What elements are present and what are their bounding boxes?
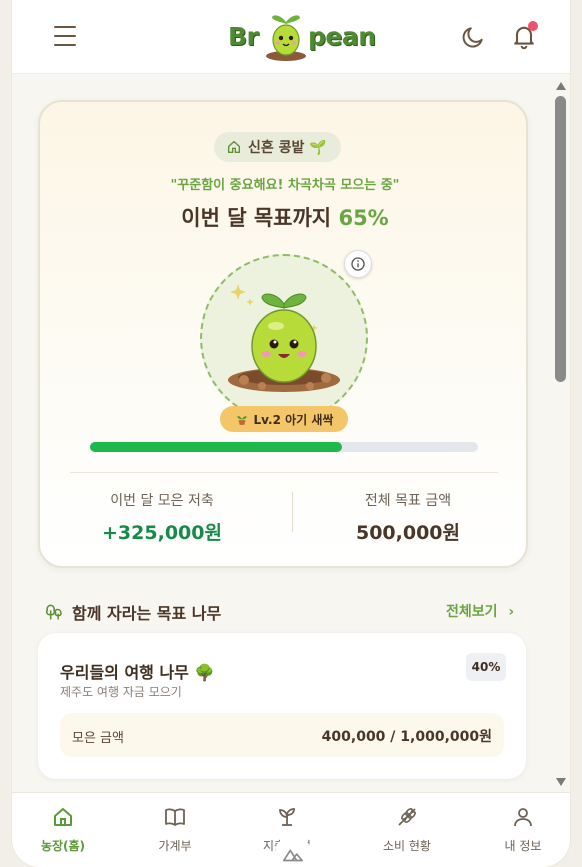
trees-icon [45, 604, 62, 620]
nav-home[interactable]: 농장(홈) [18, 805, 108, 854]
level-label: Lv.2 아기 새싹 [253, 412, 334, 427]
scrollbar[interactable] [554, 78, 568, 790]
nav-consumption-status[interactable]: 소비 현황 [362, 805, 452, 854]
center-floating-tab[interactable] [276, 840, 310, 867]
phone-frame: Br pean 신혼 콩밭 🌱 "꾸준함이 중요해요! 차곡차곡 모으는 중" … [12, 0, 570, 867]
nav-my-info-label: 내 정보 [504, 839, 542, 853]
notification-badge [528, 21, 538, 31]
nav-ledger-label: 가계부 [158, 839, 192, 853]
tree-name: 우리들의 여행 나무 🌳 [60, 663, 215, 682]
tree-amount-box: 모은 금액 400,000 / 1,000,000원 [60, 713, 504, 757]
see-all-link[interactable]: 전체보기 › [446, 601, 514, 621]
dark-mode-moon-icon[interactable] [460, 24, 486, 50]
stat-divider [292, 492, 293, 532]
menu-icon[interactable] [54, 26, 76, 48]
app-header: Br pean [12, 0, 570, 74]
tree-percent-badge: 40% [466, 653, 506, 681]
sprout-icon [279, 808, 295, 826]
level-badge: Lv.2 아기 새싹 [220, 406, 348, 432]
logo-text-left: Br [228, 22, 259, 51]
goal-tree-card[interactable]: 우리들의 여행 나무 🌳 제주도 여행 자금 모으기 40% 모은 금액 400… [38, 633, 526, 779]
target-label: 전체 목표 금액 [364, 493, 452, 509]
farm-name-badge[interactable]: 신혼 콩밭 🌱 [214, 132, 341, 162]
scroll-up-arrow-icon[interactable] [556, 82, 566, 90]
monthly-goal-title: 이번 달 목표까지 65% [40, 202, 530, 232]
home-icon [228, 141, 240, 153]
trees-section-title: 함께 자라는 목표 나무 [72, 604, 222, 623]
mountain-logo-icon [283, 849, 303, 862]
chevron-right-icon: › [508, 604, 515, 620]
bean-mascot-logo-icon [266, 15, 306, 61]
info-button[interactable] [344, 250, 372, 278]
nav-my-info[interactable]: 내 정보 [478, 805, 568, 854]
goal-percent: 65% [338, 206, 389, 230]
saved-label: 이번 달 모은 저축 [110, 493, 214, 509]
bean-sprout-character-icon [228, 284, 340, 392]
home-icon [54, 808, 72, 826]
book-icon [165, 808, 185, 826]
tree-amount-value: 400,000 / 1,000,000원 [321, 729, 492, 745]
app-logo[interactable]: Br pean [224, 10, 376, 62]
saved-this-month-stat: 이번 달 모은 저축 +325,000원 [62, 490, 262, 545]
potted-plant-icon [236, 416, 247, 425]
saved-value: +325,000원 [102, 522, 222, 544]
target-value: 500,000원 [355, 522, 461, 544]
farm-name: 신혼 콩밭 🌱 [248, 140, 327, 156]
user-icon [514, 808, 532, 827]
info-icon [351, 257, 365, 271]
plant-character-circle[interactable] [200, 254, 368, 422]
target-amount-stat: 전체 목표 금액 500,000원 [308, 490, 508, 545]
scroll-down-arrow-icon[interactable] [556, 778, 566, 786]
card-divider [70, 472, 498, 473]
nav-ledger[interactable]: 가계부 [130, 805, 220, 854]
goal-progress-fill [90, 442, 343, 452]
tree-description: 제주도 여행 자금 모으기 [60, 685, 182, 699]
goal-progress-bar [90, 442, 478, 452]
tree-amount-label: 모은 금액 [72, 731, 124, 746]
goal-title-text: 이번 달 목표까지 [181, 206, 332, 230]
farm-status-card: 신혼 콩밭 🌱 "꾸준함이 중요해요! 차곡차곡 모으는 중" 이번 달 목표까… [38, 100, 528, 568]
motivation-quote: "꾸준함이 중요해요! 차곡차곡 모으는 중" [170, 178, 400, 193]
scroll-thumb[interactable] [555, 96, 566, 382]
nav-home-label: 농장(홈) [40, 839, 86, 853]
logo-text-right: pean [308, 22, 376, 51]
see-all-label: 전체보기 [446, 604, 498, 620]
trees-section-header: 함께 자라는 목표 나무 [44, 600, 221, 624]
nav-consumption-status-label: 소비 현황 [383, 839, 431, 853]
wheat-icon [398, 808, 416, 826]
